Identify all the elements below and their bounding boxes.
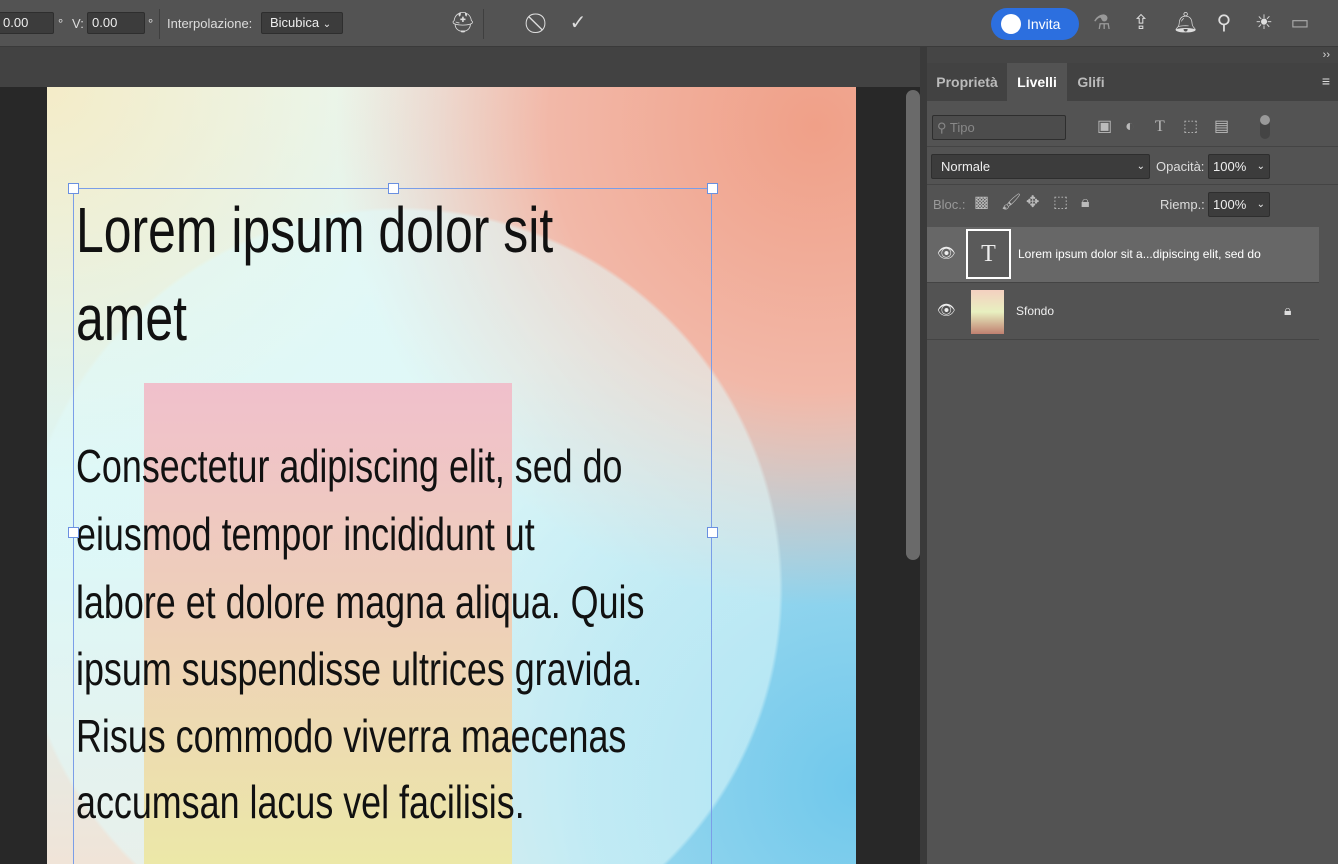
tab-glifi[interactable]: Glifi [1067, 63, 1115, 101]
layer-row-background[interactable]: 👁︎ Sfondo 🔒︎ [927, 284, 1319, 340]
transform-handle[interactable] [707, 527, 718, 538]
h-unit: ° [58, 16, 64, 31]
lock-label: Bloc.: [933, 197, 966, 212]
lock-all-icon[interactable]: 🔒︎ [1081, 193, 1090, 213]
filter-text-icon[interactable]: T [1155, 117, 1165, 137]
transform-handle[interactable] [707, 183, 718, 194]
h-skew-input[interactable]: 0.00 [0, 12, 54, 34]
search-icon[interactable]: ⚲ [1212, 0, 1236, 47]
lock-transparency-icon[interactable]: ▩ [974, 193, 989, 213]
opacity-value: 100% [1213, 159, 1247, 174]
transform-bounding-box[interactable] [73, 188, 712, 864]
transform-handle[interactable] [68, 527, 79, 538]
warp-icon[interactable]: ⛑ [450, 0, 475, 47]
lock-artboard-icon[interactable]: ⬚ [1053, 193, 1068, 213]
fill-label: Riemp.: [1160, 197, 1205, 212]
bell-icon[interactable]: 🔔︎ [1173, 0, 1198, 47]
tab-proprieta[interactable]: Proprietà [927, 63, 1007, 101]
v-skew-input[interactable]: 0.00 [87, 12, 145, 34]
document-tab-bar [0, 47, 927, 87]
divider [483, 9, 484, 39]
layers-panel: ›› Proprietà Livelli Glifi ≡ ⚲ Tipo ▣ ◐ … [927, 47, 1338, 864]
transform-handle[interactable] [388, 183, 399, 194]
layer-row-text[interactable]: 👁︎ T Lorem ipsum dolor sit a...dipiscing… [927, 227, 1319, 283]
fill-value: 100% [1213, 197, 1247, 212]
invite-button[interactable]: Invita [991, 8, 1079, 40]
visibility-eye-icon[interactable]: 👁︎ [937, 302, 956, 320]
filter-smartobject-icon[interactable]: ▤ [1214, 117, 1229, 137]
fill-input[interactable]: 100% ⌄ [1208, 192, 1270, 217]
user-add-icon [1001, 14, 1021, 34]
v-unit: ° [148, 16, 154, 31]
interp-select[interactable]: Bicubica ⌄ [261, 12, 343, 34]
lock-paint-icon[interactable]: 🖌︎ [1001, 193, 1021, 213]
filter-toggle[interactable] [1260, 115, 1270, 139]
share-icon[interactable]: ⇪ [1129, 0, 1153, 47]
blend-mode-value: Normale [941, 159, 991, 174]
panel-divider [920, 47, 927, 864]
invite-label: Invita [1027, 16, 1061, 32]
layer-name: Sfondo [1016, 304, 1055, 318]
options-toolbar: 0.00 ° V: 0.00 ° Interpolazione: Bicubic… [0, 0, 1338, 47]
collapse-panels-button[interactable]: ›› [1323, 47, 1330, 63]
opacity-input[interactable]: 100% ⌄ [1208, 154, 1270, 179]
divider [159, 9, 160, 39]
layer-filter-select[interactable]: ⚲ Tipo [932, 115, 1066, 140]
lock-position-icon[interactable]: ✥ [1026, 193, 1039, 213]
transform-handle[interactable] [68, 183, 79, 194]
filter-placeholder: Tipo [949, 120, 975, 135]
lightbulb-icon[interactable]: ☀ [1252, 0, 1276, 47]
cancel-icon[interactable]: ⃠ [528, 0, 552, 47]
divider [927, 146, 1338, 147]
panel-menu-icon[interactable]: ≡ [1322, 73, 1330, 89]
interp-value: Bicubica [270, 15, 320, 30]
commit-check-icon[interactable]: ✓ [566, 0, 590, 47]
flask-icon[interactable]: ⚗ [1090, 0, 1114, 47]
layer-lock-icon[interactable]: 🔒︎ [1284, 301, 1291, 319]
interp-label: Interpolazione: [167, 16, 253, 31]
tab-livelli[interactable]: Livelli [1007, 63, 1067, 101]
workspace-icon[interactable]: ▭ [1288, 0, 1312, 47]
blend-mode-select[interactable]: Normale ⌄ [931, 154, 1150, 179]
filter-image-icon[interactable]: ▣ [1097, 117, 1112, 137]
vertical-scrollbar[interactable] [906, 90, 920, 560]
v-label: V: [72, 16, 84, 31]
divider [927, 184, 1338, 185]
visibility-eye-icon[interactable]: 👁︎ [937, 245, 956, 263]
filter-adjustment-icon[interactable]: ◐ [1125, 117, 1135, 137]
filter-shape-icon[interactable]: ⬚ [1183, 117, 1198, 137]
layer-name: Lorem ipsum dolor sit a...dipiscing elit… [1018, 247, 1261, 261]
panel-header-strip: ›› [927, 47, 1338, 63]
background-layer-thumbnail [971, 290, 1004, 334]
text-layer-thumbnail: T [966, 229, 1011, 279]
opacity-label: Opacità: [1156, 159, 1205, 174]
